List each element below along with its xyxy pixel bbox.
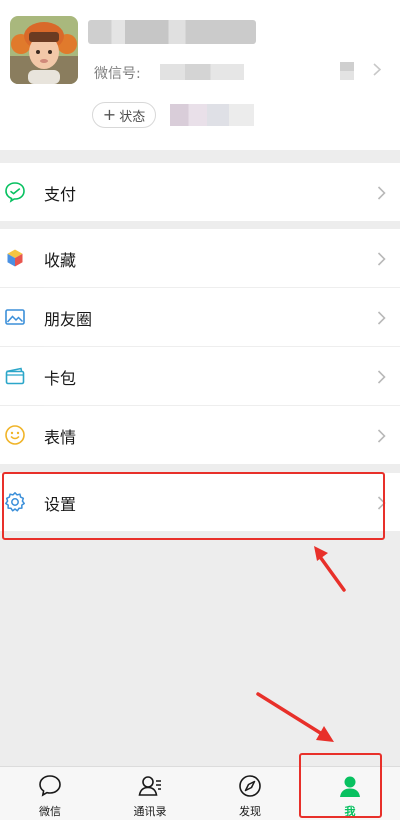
arrow-to-settings-icon [314,546,346,592]
arrow-to-me-tab-icon [256,692,334,742]
avatar[interactable] [10,16,78,84]
wechat-pay-icon [4,181,26,203]
menu-label-favorites: 收藏 [44,251,77,270]
tab-label-chats: 微信 [39,805,61,818]
chevron-right-icon [377,310,386,325]
tab-label-contacts: 通讯录 [133,805,167,818]
menu-label-card-wallet: 卡包 [44,369,77,388]
tab-contacts[interactable]: 通讯录 [100,767,200,820]
me-tab-highlight-box [299,753,382,818]
settings-highlight-box [2,472,385,540]
favorites-cube-icon [4,247,26,269]
profile-header[interactable]: 微信号: + 状态 [0,0,400,150]
chevron-right-icon [377,251,386,266]
qr-code-icon[interactable] [340,62,354,80]
add-status-button[interactable]: + 状态 [92,102,156,128]
chevron-right-icon [377,185,386,200]
tab-discover[interactable]: 发现 [200,767,300,820]
photo-album-icon [4,306,26,328]
tab-label-discover: 发现 [239,805,261,818]
chat-bubble-icon [39,775,61,797]
menu-item-moments[interactable]: 朋友圈 [0,288,400,346]
menu-label-pay: 支付 [44,185,77,204]
chevron-right-icon[interactable] [373,63,382,80]
card-wallet-icon [4,365,26,387]
menu-item-favorites[interactable]: 收藏 [0,229,400,287]
smiley-icon [4,424,26,446]
menu-label-moments: 朋友圈 [44,310,93,329]
wechat-id-blurred [160,64,244,80]
menu-item-card-wallet[interactable]: 卡包 [0,347,400,405]
status-button-label: 状态 [119,109,146,125]
menu-item-pay[interactable]: 支付 [0,163,400,221]
menu-label-stickers: 表情 [44,428,77,447]
compass-icon [239,775,261,797]
nickname-blurred [88,20,256,44]
plus-icon: + [102,105,117,124]
contacts-icon [138,776,161,796]
menu-item-stickers[interactable]: 表情 [0,406,400,464]
friend-status-blurred [170,104,254,126]
chevron-right-icon [377,369,386,384]
chevron-right-icon [377,428,386,443]
tab-chats[interactable]: 微信 [0,767,100,820]
wechat-id-label: 微信号: [94,66,141,82]
